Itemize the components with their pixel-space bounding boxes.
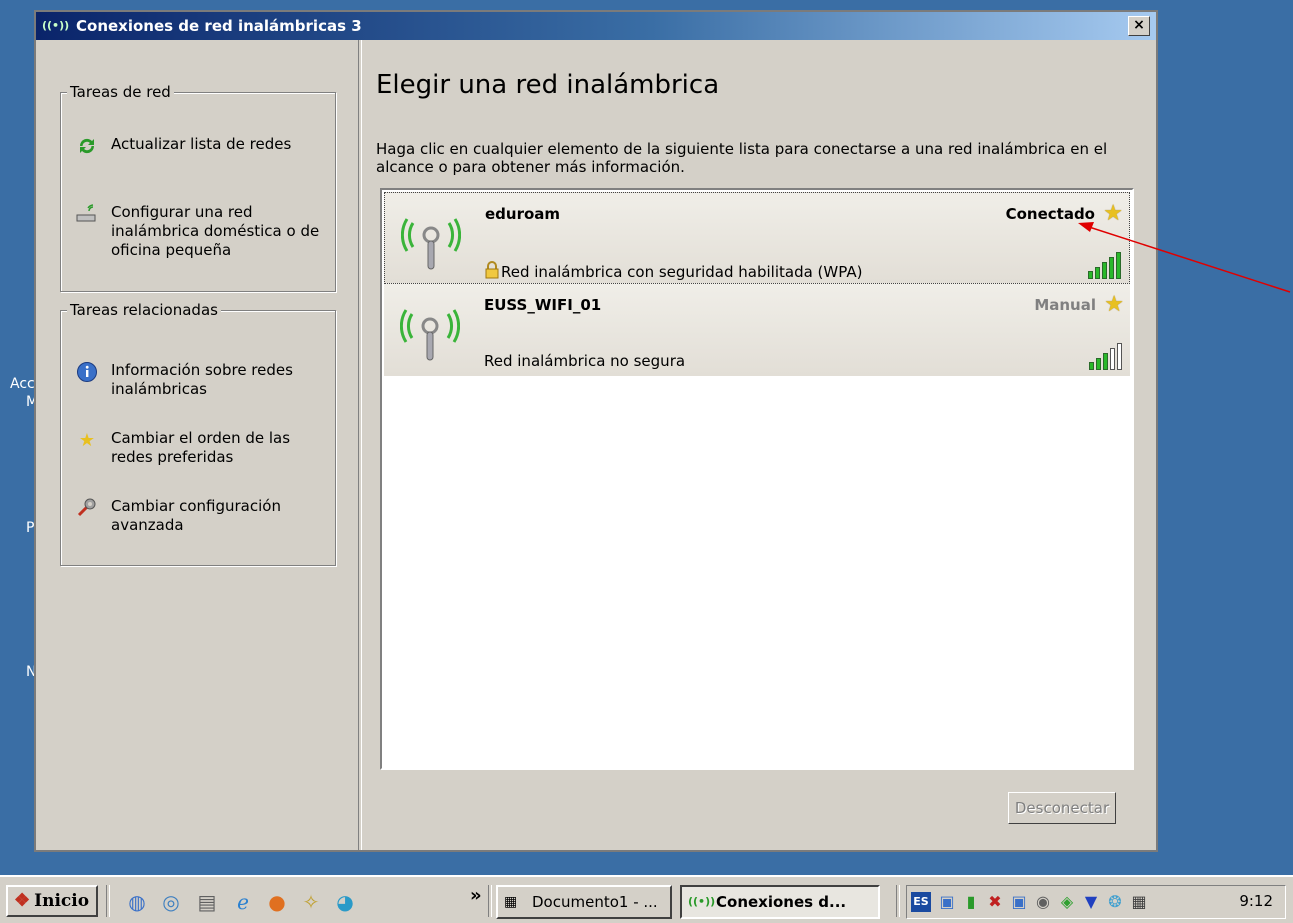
network-security: Red inalámbrica con seguridad habilitada… — [485, 261, 862, 283]
lock-icon — [485, 261, 499, 283]
related-tasks-group: Tareas relacionadas Información sobre re… — [60, 301, 336, 566]
group-label: Tareas de red — [67, 83, 174, 101]
change-preferred-order-link[interactable]: ★ Cambiar el orden de las redes preferid… — [75, 429, 321, 467]
wireless-connections-window: ((•)) Conexiones de red inalámbricas 3 ×… — [34, 10, 1158, 852]
separator — [896, 885, 900, 917]
quicklaunch-q-icon[interactable]: ◕ — [332, 889, 358, 915]
start-label: Inicio — [34, 891, 90, 911]
taskbar-button-documento1[interactable]: ▦ Documento1 - ... — [496, 885, 672, 919]
star-icon: ★ — [78, 429, 96, 451]
wireless-icon: ((•)) — [688, 895, 716, 908]
taskbar-button-label: Conexiones d... — [716, 893, 847, 911]
antenna-icon — [400, 309, 460, 361]
task-label: Actualizar lista de redes — [111, 135, 292, 153]
refresh-icon — [75, 135, 99, 157]
task-label: Configurar una red inalámbrica doméstica… — [111, 203, 320, 259]
change-advanced-settings-link[interactable]: Cambiar configuración avanzada — [75, 497, 321, 535]
sync-tray-icon[interactable]: ❂ — [1105, 892, 1125, 912]
tasks-pane: Tareas de red Actualizar lista de redes … — [36, 40, 358, 850]
quicklaunch-more-button[interactable]: » — [470, 885, 482, 906]
language-indicator[interactable]: ES — [911, 892, 931, 912]
main-pane: Elegir una red inalámbrica Haga clic en … — [360, 40, 1156, 850]
connection-status: Conectado — [1005, 205, 1095, 223]
security-text: Red inalámbrica con seguridad habilitada… — [501, 263, 863, 281]
taskbar: ❖ Inicio ◍ ◎ ▤ ℯ ● ✧ ◕ » ▦ Documento1 - … — [0, 875, 1293, 923]
quicklaunch-tool-icon[interactable]: ✧ — [298, 889, 324, 915]
close-button[interactable]: × — [1128, 16, 1150, 36]
settings-icon — [75, 497, 99, 519]
instructions-text: Haga clic en cualquier elemento de la si… — [376, 140, 1108, 176]
group-label: Tareas relacionadas — [67, 301, 221, 319]
signal-tray-icon[interactable]: ▮ — [961, 892, 981, 912]
signal-strength-icon — [1088, 251, 1121, 279]
network-name: eduroam — [485, 205, 561, 223]
antenna-icon — [401, 218, 461, 270]
wireless-icon: ((•)) — [42, 19, 70, 32]
quicklaunch-desktop-icon[interactable]: ▤ — [194, 889, 220, 915]
title-bar[interactable]: ((•)) Conexiones de red inalámbricas 3 × — [36, 12, 1156, 40]
quicklaunch-firefox-icon[interactable]: ● — [264, 889, 290, 915]
network-name: EUSS_WIFI_01 — [484, 296, 602, 314]
device-tray-icon[interactable]: ▦ — [1129, 892, 1149, 912]
security-text: Red inalámbrica no segura — [484, 352, 686, 370]
shield-tray-icon[interactable]: ◈ — [1057, 892, 1077, 912]
preferred-star-icon: ★ — [1103, 201, 1123, 226]
wireless-info-link[interactable]: Información sobre redes inalámbricas — [75, 361, 321, 399]
setup-home-network-link[interactable]: Configurar una red inalámbrica doméstica… — [75, 203, 321, 260]
antivirus-tray-icon[interactable]: ▼ — [1081, 892, 1101, 912]
wireless-setup-icon — [75, 203, 99, 225]
network-tasks-group: Tareas de red Actualizar lista de redes … — [60, 83, 336, 292]
network-item-eduroam[interactable]: eduroam Red inalámbrica con seguridad ha… — [384, 192, 1130, 284]
windows-logo-icon: ❖ — [14, 890, 31, 911]
task-label: Información sobre redes inalámbricas — [111, 361, 293, 398]
quicklaunch-outlook-icon[interactable]: ◍ — [124, 889, 150, 915]
network-security: Red inalámbrica no segura — [484, 352, 685, 370]
disc-tray-icon[interactable]: ◉ — [1033, 892, 1053, 912]
taskbar-button-conexiones[interactable]: ((•)) Conexiones d... — [680, 885, 880, 919]
page-title: Elegir una red inalámbrica — [376, 70, 720, 100]
task-label: Cambiar el orden de las redes preferidas — [111, 429, 291, 466]
clock[interactable]: 9:12 — [1239, 892, 1273, 910]
taskbar-button-label: Documento1 - ... — [532, 893, 658, 911]
system-tray: ES ▣ ▮ ✖ ▣ ◉ ◈ ▼ ❂ ▦ 9:12 — [906, 885, 1286, 919]
network-disconnected-icon[interactable]: ✖ — [985, 892, 1005, 912]
info-icon — [75, 361, 99, 383]
network-item-euss-wifi-01[interactable]: EUSS_WIFI_01 Red inalámbrica no segura M… — [384, 284, 1130, 376]
refresh-network-list-link[interactable]: Actualizar lista de redes — [75, 135, 321, 157]
start-button[interactable]: ❖ Inicio — [6, 885, 98, 917]
desktop-icon-label[interactable]: Acc — [10, 376, 35, 392]
signal-strength-icon — [1089, 342, 1122, 370]
separator — [488, 885, 492, 917]
quicklaunch-network-icon[interactable]: ◎ — [158, 889, 184, 915]
task-label: Cambiar configuración avanzada — [111, 497, 281, 534]
network-tray-icon[interactable]: ▣ — [1009, 892, 1029, 912]
connection-status: Manual — [1034, 296, 1096, 314]
network-list[interactable]: eduroam Red inalámbrica con seguridad ha… — [380, 188, 1134, 770]
quicklaunch-ie-icon[interactable]: ℯ — [230, 889, 256, 915]
preferred-star-icon: ★ — [1104, 292, 1124, 317]
separator — [106, 885, 110, 917]
disconnect-button[interactable]: Desconectar — [1008, 792, 1116, 824]
wireless-tray-icon[interactable]: ▣ — [937, 892, 957, 912]
word-icon: ▦ — [504, 894, 518, 910]
window-title: Conexiones de red inalámbricas 3 — [76, 17, 362, 35]
